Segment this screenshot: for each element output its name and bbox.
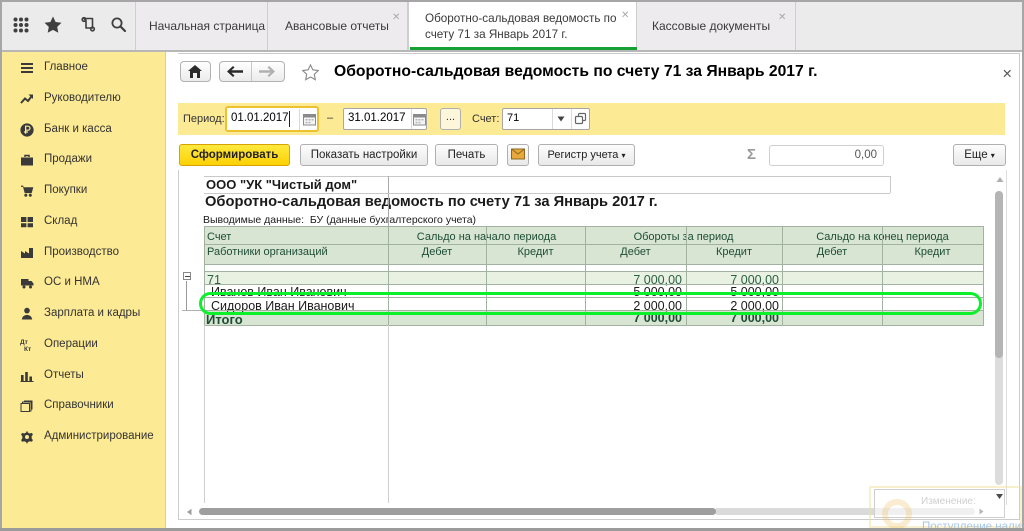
svg-text:Дт: Дт xyxy=(20,339,28,346)
svg-text:Кт: Кт xyxy=(24,346,31,352)
